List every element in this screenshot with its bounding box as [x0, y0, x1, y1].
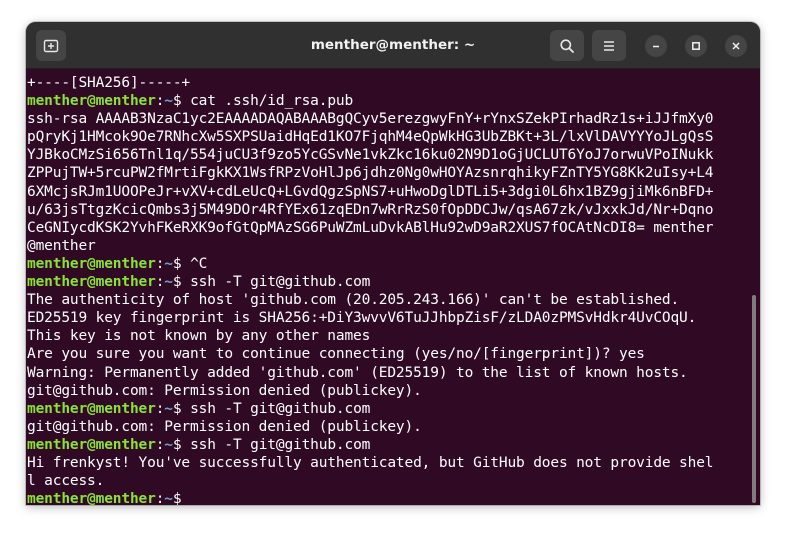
prompt-line: menther@menther:~$ ssh -T git@github.com: [27, 400, 753, 418]
prompt-separator: :: [155, 436, 165, 453]
terminal-window: menther@menther: ~ +----[SHA256]-----+ m…: [26, 22, 760, 505]
prompt-user-host: menther@menther: [27, 255, 156, 272]
output-line: ssh-rsa AAAAB3NzaC1yc2EAAAADAQABAAABgQCy…: [27, 111, 714, 128]
prompt-path: ~: [164, 93, 173, 110]
command-text: ssh -T git@github.com: [181, 274, 371, 291]
prompt-line: menther@menther:~$ ^C: [27, 255, 753, 273]
prompt-user-host: menther@menther: [27, 274, 156, 291]
prompt-user-host: menther@menther: [27, 93, 156, 110]
output-line: @menther: [27, 237, 96, 254]
search-icon: [560, 38, 574, 53]
new-tab-icon: [43, 39, 59, 52]
search-button[interactable]: [550, 30, 584, 61]
scrollbar[interactable]: [752, 295, 756, 503]
minimize-button[interactable]: [645, 35, 667, 57]
prompt-line: menther@menther:~$ ssh -T git@github.com: [27, 436, 753, 454]
maximize-button[interactable]: [685, 35, 707, 57]
close-icon: [732, 42, 740, 50]
prompt-path: ~: [164, 491, 173, 505]
output-line: u/63jsTtgzKcicQmbs3j5M49DOr4RfYEx61zqEDn…: [27, 201, 714, 218]
output-line: Are you sure you want to continue connec…: [27, 346, 645, 363]
terminal-output-area[interactable]: +----[SHA256]-----+ menther@menther:~$ ca…: [26, 69, 760, 505]
terminal-lines: +----[SHA256]-----+ menther@menther:~$ ca…: [27, 74, 753, 505]
title-bar[interactable]: menther@menther: ~: [26, 22, 760, 69]
prompt-separator: :: [155, 491, 165, 505]
prompt-symbol: $: [172, 491, 182, 505]
output-line: l access.: [27, 473, 105, 490]
command-text: cat .ssh/id_rsa.pub: [181, 93, 354, 110]
output-line: This key is not known by any other names: [27, 328, 371, 345]
output-line: +----[SHA256]-----+: [27, 75, 191, 91]
prompt-user-host: menther@menther: [27, 491, 156, 505]
output-line: The authenticity of host 'github.com (20…: [27, 292, 680, 309]
command-text: ^C: [181, 255, 208, 272]
prompt-user-host: menther@menther: [27, 400, 156, 417]
menu-button[interactable]: [592, 30, 626, 61]
output-line: git@github.com: Permission denied (publi…: [27, 418, 422, 435]
prompt-line: menther@menther:~$ cat .ssh/id_rsa.pub: [27, 92, 753, 110]
output-line: ZPPujTW+5rcuPW2fMrtiFgkKX1WsfRPzVoHlJp6j…: [27, 165, 714, 182]
prompt-separator: :: [155, 274, 165, 291]
prompt-path: ~: [164, 274, 173, 291]
output-line: YJBkoCMzSi656Tnl1q/554juCU3f9zo5YcGSvNe1…: [27, 147, 714, 164]
output-line: Warning: Permanently added 'github.com' …: [27, 364, 688, 381]
close-button[interactable]: [725, 35, 747, 57]
prompt-separator: :: [155, 93, 165, 110]
command-text: ssh -T git@github.com: [181, 400, 371, 417]
minimize-icon: [653, 45, 659, 48]
output-line: 6XMcjsRJm1UOOPeJr+vXV+cdLeUcQ+LGvdQgzSpN…: [27, 183, 714, 200]
new-tab-button[interactable]: [36, 30, 66, 61]
prompt-separator: :: [155, 400, 165, 417]
hamburger-menu-icon: [604, 40, 614, 51]
prompt-path: ~: [164, 255, 173, 272]
output-line: Hi frenkyst! You've successfully authent…: [27, 454, 714, 471]
output-line: git@github.com: Permission denied (publi…: [27, 382, 422, 399]
output-line: pQryKj1HMcok9Oe7RNhcXw5SXPSUaidHqEd1KO7F…: [27, 129, 714, 146]
maximize-icon: [692, 42, 700, 50]
prompt-line: menther@menther:~$ ssh -T git@github.com: [27, 273, 753, 291]
prompt-separator: :: [155, 255, 165, 272]
prompt-path: ~: [164, 436, 173, 453]
output-line: ED25519 key fingerprint is SHA256:+DiY3w…: [27, 310, 697, 327]
prompt-user-host: menther@menther: [27, 436, 156, 453]
prompt-line: menther@menther:~$: [27, 490, 753, 505]
command-text: ssh -T git@github.com: [181, 436, 371, 453]
output-line: CeGNIycdKSK2YvhFKeRXK9ofGtQpMAzSG6PuWZmL…: [27, 219, 714, 236]
prompt-path: ~: [164, 400, 173, 417]
